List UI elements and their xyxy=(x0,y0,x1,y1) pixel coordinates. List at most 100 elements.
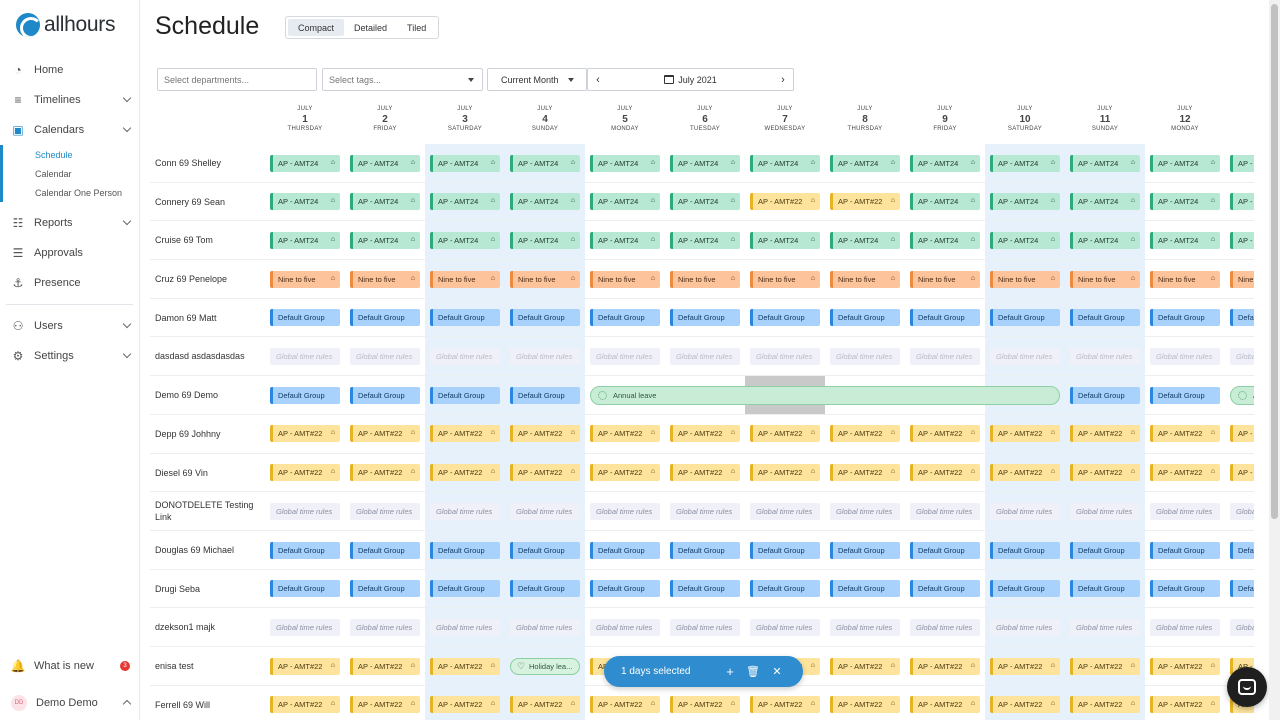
shift-chip[interactable]: AP - AMT#22⌂ xyxy=(1150,464,1220,482)
shift-chip[interactable]: AP - AMT#22⌂ xyxy=(510,425,580,443)
day-header[interactable]: JULY 7 WEDNESDAY xyxy=(745,106,825,132)
shift-chip[interactable]: Default Group xyxy=(830,580,900,598)
sidebar-item-settings[interactable]: ⚙ Settings xyxy=(0,341,139,371)
shift-chip[interactable]: Nine to five ⌂ xyxy=(1150,270,1220,288)
shift-chip[interactable]: AP - AMT24⌂ xyxy=(350,154,420,172)
shift-chip[interactable]: AP - AMT#22⌂ xyxy=(430,657,500,675)
shift-chip[interactable]: AP - AMT24⌂ xyxy=(990,231,1060,249)
shift-chip[interactable]: Global time rules xyxy=(750,348,820,365)
sidebar-item-users[interactable]: ⚇ Users xyxy=(0,311,139,341)
sidebar-item-presence[interactable]: ⚓ Presence xyxy=(0,268,139,298)
shift-chip[interactable]: Default Group xyxy=(830,541,900,559)
shift-chip[interactable]: AP - AMT#22⌂ xyxy=(1150,425,1220,443)
shift-chip[interactable]: AP - AMT#22⌂ xyxy=(1150,657,1220,675)
shift-chip[interactable]: AP - AMT24⌂ xyxy=(830,154,900,172)
shift-chip[interactable]: Default Group xyxy=(590,580,660,598)
shift-chip[interactable]: Default Group xyxy=(430,386,500,404)
employee-name[interactable]: Diesel 69 Vin xyxy=(155,454,265,492)
submenu-item[interactable]: Calendar One Person xyxy=(3,183,139,202)
shift-chip[interactable]: AP - AMT#22⌂ xyxy=(430,464,500,482)
view-detailed-button[interactable]: Detailed xyxy=(344,19,397,36)
shift-chip[interactable]: AP - AMT24⌂ xyxy=(1150,231,1220,249)
shift-chip[interactable]: Global time rules xyxy=(1150,502,1220,520)
shift-chip[interactable]: Default Group xyxy=(910,309,980,327)
shift-chip[interactable]: AP - AMT#22⌂ xyxy=(350,696,420,714)
shift-chip[interactable]: Default Group xyxy=(270,309,340,327)
shift-chip[interactable]: Default Group xyxy=(1070,580,1140,598)
employee-name[interactable]: dzekson1 majk xyxy=(155,608,265,646)
shift-chip[interactable]: AP - AMT#22⌂ xyxy=(670,464,740,482)
shift-chip[interactable]: Global time rules xyxy=(1070,348,1140,365)
shift-chip[interactable]: Nine to five ⌂ xyxy=(1070,270,1140,288)
shift-chip[interactable]: Default Group xyxy=(350,541,420,559)
shift-chip[interactable]: AP - AMT24⌂ xyxy=(1230,231,1254,249)
shift-chip[interactable]: AP - AMT#22⌂ xyxy=(830,193,900,211)
shift-chip[interactable]: AP - AMT24⌂ xyxy=(670,231,740,249)
shift-chip[interactable]: AP - AMT#22⌂ xyxy=(430,696,500,714)
shift-chip[interactable]: Default Group xyxy=(990,541,1060,559)
shift-chip[interactable]: Global time rules xyxy=(830,618,900,636)
shift-chip[interactable]: AP - AMT24⌂ xyxy=(350,193,420,211)
shift-chip[interactable]: AP - AMT24⌂ xyxy=(670,154,740,172)
shift-chip[interactable]: Default Group xyxy=(590,541,660,559)
shift-chip[interactable]: Default Group xyxy=(910,541,980,559)
shift-chip[interactable]: AP - AMT24⌂ xyxy=(1150,154,1220,172)
shift-chip[interactable]: AP - AMT24⌂ xyxy=(430,231,500,249)
shift-chip[interactable]: Default Group xyxy=(510,309,580,327)
shift-chip[interactable]: AP - AMT24⌂ xyxy=(510,193,580,211)
shift-chip[interactable]: Default Group xyxy=(430,541,500,559)
logo[interactable]: allhours xyxy=(16,13,115,37)
shift-chip[interactable]: Default Group xyxy=(350,386,420,404)
shift-chip[interactable]: AP - AMT24⌂ xyxy=(270,231,340,249)
shift-chip[interactable]: Nine to five ⌂ xyxy=(670,270,740,288)
shift-chip[interactable]: Global time rules xyxy=(990,502,1060,520)
employee-name[interactable]: Cruise 69 Tom xyxy=(155,221,265,259)
shift-chip[interactable]: Global time rules xyxy=(670,618,740,636)
sidebar-item-approvals[interactable]: ☰ Approvals xyxy=(0,238,139,268)
shift-chip[interactable]: Default Group xyxy=(990,580,1060,598)
shift-chip[interactable]: AP - AMT24⌂ xyxy=(750,231,820,249)
shift-chip[interactable]: Global time rules xyxy=(350,348,420,365)
shift-chip[interactable]: Default Group xyxy=(1070,386,1140,404)
shift-chip[interactable]: AP - AMT#22⌂ xyxy=(910,425,980,443)
shift-chip[interactable]: Global time rules xyxy=(990,618,1060,636)
shift-chip[interactable]: AP - AMT24⌂ xyxy=(1070,231,1140,249)
shift-chip[interactable]: AP - AMT24⌂ xyxy=(430,193,500,211)
shift-chip[interactable]: Default Group xyxy=(670,580,740,598)
chat-button[interactable] xyxy=(1227,667,1267,707)
departments-select[interactable]: Select departments... xyxy=(157,68,317,91)
shift-chip[interactable]: Nine to five ⌂ xyxy=(270,270,340,288)
employee-name[interactable]: Damon 69 Matt xyxy=(155,299,265,337)
submenu-item[interactable]: Schedule xyxy=(3,145,139,164)
shift-chip[interactable]: Global time rules xyxy=(430,618,500,636)
shift-chip[interactable]: Default Group xyxy=(670,309,740,327)
day-header[interactable]: JULY 2 FRIDAY xyxy=(345,106,425,132)
shift-chip[interactable]: Global time rules xyxy=(430,348,500,365)
shift-chip[interactable]: AP - AMT#22⌂ xyxy=(590,425,660,443)
shift-chip[interactable]: Global time rules xyxy=(1230,502,1254,520)
shift-chip[interactable]: Global time rules xyxy=(1150,618,1220,636)
shift-chip[interactable]: Default Group xyxy=(1150,580,1220,598)
employee-name[interactable]: Depp 69 Johhny xyxy=(155,415,265,453)
shift-chip[interactable]: AP - AMT24⌂ xyxy=(270,193,340,211)
trash-icon[interactable]: 🗑 xyxy=(746,663,760,679)
shift-chip[interactable]: AP - AMT#22⌂ xyxy=(1230,425,1254,443)
shift-chip[interactable]: AP - AMT#22⌂ xyxy=(830,425,900,443)
shift-chip[interactable]: Default Group xyxy=(750,580,820,598)
shift-chip[interactable]: Global time rules xyxy=(910,502,980,520)
employee-name[interactable]: Cruz 69 Penelope xyxy=(155,260,265,298)
shift-chip[interactable]: AP - AMT#22⌂ xyxy=(1070,696,1140,714)
shift-chip[interactable]: Default Group xyxy=(750,309,820,327)
shift-chip[interactable]: Default Group xyxy=(1070,309,1140,327)
shift-chip[interactable]: AP - AMT24⌂ xyxy=(510,154,580,172)
shift-chip[interactable]: Default Group xyxy=(590,309,660,327)
whats-new-link[interactable]: 🔔 What is new 3 xyxy=(0,651,139,681)
shift-chip[interactable]: Default Group xyxy=(910,580,980,598)
shift-chip[interactable]: AP - AMT#22⌂ xyxy=(1070,464,1140,482)
shift-chip[interactable]: Global time rules xyxy=(590,618,660,636)
shift-chip[interactable]: AP - AMT#22⌂ xyxy=(750,425,820,443)
shift-chip[interactable]: Nine to five ⌂ xyxy=(350,270,420,288)
shift-chip[interactable]: Holiday lea... xyxy=(510,657,580,675)
shift-chip[interactable]: Global time rules xyxy=(1070,618,1140,636)
shift-chip[interactable]: Global time rules xyxy=(1150,348,1220,365)
